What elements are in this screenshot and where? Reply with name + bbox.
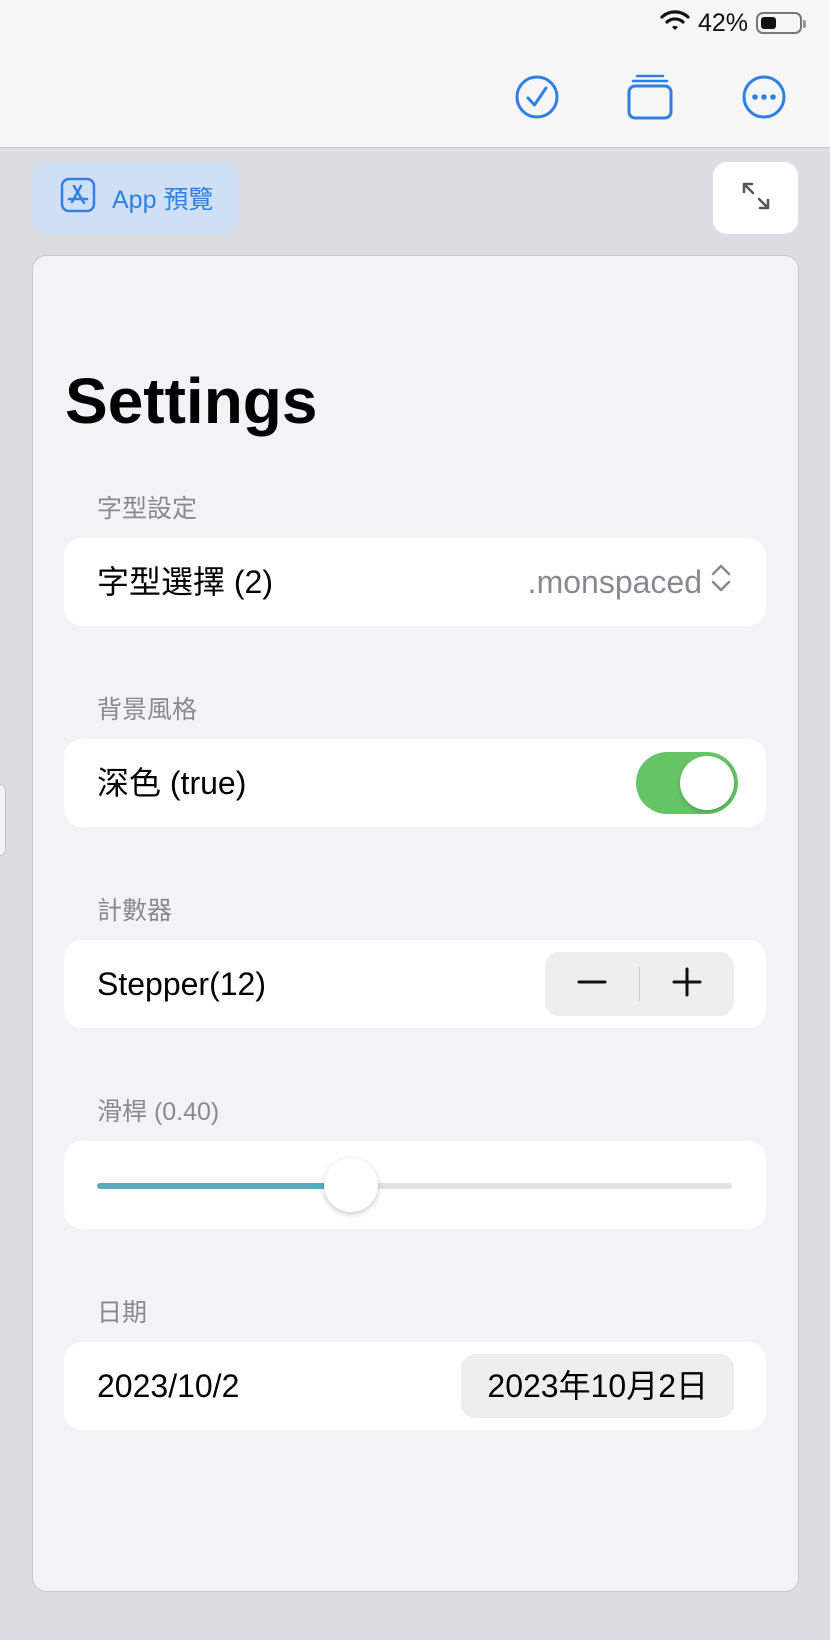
increment-button[interactable] [640,952,734,1016]
dark-mode-label: 深色 (true) [97,765,247,801]
slider-track[interactable] [97,1158,732,1212]
expand-arrows-icon [740,180,772,217]
battery-icon [756,12,806,34]
dark-mode-toggle[interactable] [636,752,738,814]
font-picker-label: 字型選擇 (2) [97,564,274,600]
wifi-icon [660,9,690,38]
chevron-up-down-icon [710,563,732,601]
checkmark-circle-icon [514,74,560,125]
app-preview-label: App 預覽 [112,186,214,214]
date-section-header: 日期 [97,1299,148,1327]
dark-mode-row: 深色 (true) [64,739,766,827]
side-drag-handle[interactable] [0,784,6,856]
status-bar: 42% [660,8,806,38]
windows-button[interactable] [627,74,673,122]
expand-button[interactable] [713,162,798,234]
slider-row [64,1141,766,1229]
ellipsis-circle-icon [741,74,787,125]
decrement-button[interactable] [545,952,639,1016]
slider-section-header: 滑桿 (0.40) [97,1098,220,1126]
toggle-knob [680,756,734,810]
minus-icon [577,967,607,1002]
battery-fill [761,17,776,29]
quantity-stepper[interactable] [545,952,734,1016]
app-store-icon [60,177,96,220]
font-picker-value: .monspaced [527,563,702,600]
app-preview-button[interactable]: App 預覽 [32,162,238,234]
page-title: Settings [65,365,318,437]
navigation-bar: 42% [0,0,830,148]
background-section-header: 背景風格 [97,696,198,724]
counter-section-header: 計數器 [97,897,173,925]
more-button[interactable] [741,74,787,125]
date-picker-button[interactable]: 2023年10月2日 [461,1354,734,1418]
font-picker[interactable]: .monspaced [528,538,732,626]
slider-fill [97,1183,351,1189]
stepper-row: Stepper(12) [64,940,766,1028]
stepper-label: Stepper(12) [97,966,266,1002]
stacked-windows-icon [627,72,673,127]
battery-percent: 42% [697,8,748,37]
date-row: 2023/10/2 2023年10月2日 [64,1342,766,1430]
font-section-header: 字型設定 [97,495,198,523]
done-button[interactable] [514,74,560,125]
slider-thumb[interactable] [324,1158,378,1212]
font-picker-row[interactable]: 字型選擇 (2) .monspaced [64,538,766,626]
plus-icon [672,967,702,1002]
date-label: 2023/10/2 [97,1368,240,1404]
